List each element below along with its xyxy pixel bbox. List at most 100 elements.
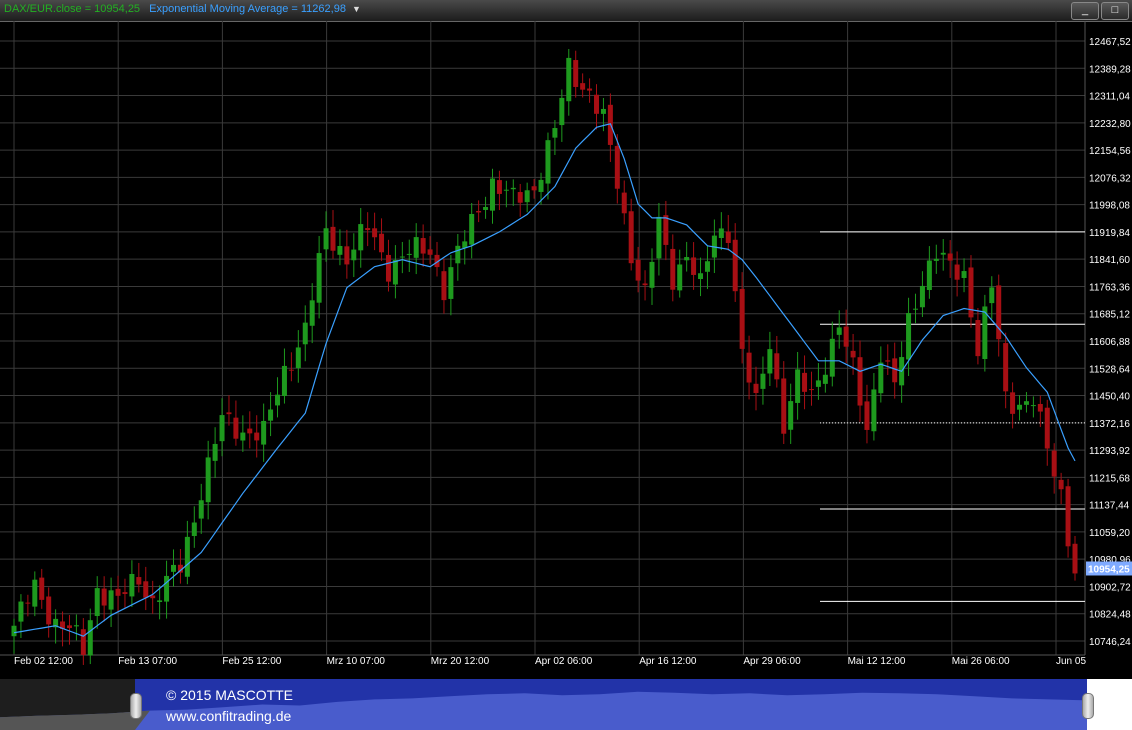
candle-body — [975, 320, 981, 357]
candle-body — [330, 226, 336, 251]
candle-body — [344, 246, 350, 265]
candle-body — [1030, 405, 1036, 407]
navigator-left-handle[interactable] — [130, 693, 142, 719]
candle — [150, 580, 156, 614]
candle-body — [115, 588, 121, 596]
candle — [101, 576, 107, 622]
candle — [691, 242, 697, 290]
x-tick-label: Mrz 20 12:00 — [431, 656, 490, 667]
candle-body — [219, 415, 225, 442]
candle — [177, 549, 183, 584]
candle — [628, 198, 634, 271]
candle-body — [1072, 543, 1078, 574]
candle-body — [621, 192, 627, 214]
candle-body — [732, 239, 738, 292]
candle-body — [170, 564, 176, 572]
candle-body — [469, 213, 475, 245]
candle — [864, 384, 870, 444]
minimize-button[interactable]: _ — [1071, 2, 1099, 20]
candle — [226, 395, 232, 426]
navigator-right-handle[interactable] — [1082, 693, 1094, 719]
candle — [829, 321, 835, 387]
candle-body — [843, 326, 849, 347]
candle-body — [420, 238, 426, 254]
candle-body — [594, 94, 600, 114]
candle — [503, 180, 509, 208]
candle — [164, 560, 170, 619]
candle — [1010, 382, 1016, 429]
candlestick-chart[interactable]: 12467,52 12389,28 12311,04 12232,80 12154,56… — [0, 21, 1132, 679]
candle — [385, 239, 391, 292]
y-tick-label: 12311,04 — [1089, 92, 1130, 103]
candle-body — [233, 417, 239, 439]
candle — [961, 258, 967, 293]
x-tick-label: Feb 02 12:00 — [14, 656, 73, 667]
copyright-notice: © 2015 MASCOTTE www.confitrading.de — [166, 685, 293, 727]
candle-body — [337, 245, 343, 255]
maximize-button[interactable]: □ — [1101, 2, 1129, 20]
x-tick-label: Mai 26 06:00 — [952, 656, 1010, 667]
candle-body — [1023, 401, 1029, 405]
time-navigator[interactable]: © 2015 MASCOTTE www.confitrading.de — [0, 679, 1132, 730]
candle-body — [691, 257, 697, 275]
candle-body — [781, 378, 787, 434]
candle-body — [32, 579, 38, 607]
y-tick-label: 12154,56 — [1089, 146, 1131, 157]
candle — [566, 49, 572, 116]
candle-body — [489, 178, 495, 211]
candle-body — [1065, 486, 1071, 547]
candle — [913, 293, 919, 324]
candle-body — [684, 257, 690, 261]
candle-body — [39, 577, 45, 600]
candle — [732, 223, 738, 302]
candle — [677, 249, 683, 298]
candle-body — [288, 369, 294, 371]
y-tick-label: 11841,60 — [1089, 255, 1130, 266]
candle — [25, 594, 31, 617]
candle — [968, 255, 974, 328]
y-tick-label: 12467,52 — [1089, 37, 1131, 48]
navigator-profile — [0, 691, 1087, 730]
x-tick-label: Feb 13 07:00 — [118, 656, 177, 667]
x-tick-label: Feb 25 12:00 — [222, 656, 281, 667]
candle-body — [836, 327, 842, 335]
candle-body — [656, 216, 662, 259]
candle — [559, 89, 565, 142]
candle-body — [517, 192, 523, 203]
candle — [517, 183, 523, 217]
candle-body — [372, 228, 378, 238]
candle-body — [392, 259, 398, 285]
candle — [725, 215, 731, 251]
candle-body — [268, 409, 274, 421]
chevron-down-icon[interactable]: ▼ — [352, 4, 361, 14]
candle — [11, 618, 17, 654]
candle — [323, 211, 329, 262]
candle — [261, 403, 267, 462]
candle — [295, 330, 301, 383]
candle — [344, 229, 350, 279]
candle-body — [670, 248, 676, 290]
candle-body — [919, 285, 925, 308]
candle — [802, 355, 808, 410]
candle-body — [850, 350, 856, 358]
candle-body — [240, 432, 246, 441]
candle — [170, 549, 176, 587]
candle — [621, 180, 627, 225]
candle — [240, 415, 246, 452]
candle — [885, 344, 891, 375]
candle-body — [580, 83, 586, 90]
candle — [1017, 395, 1023, 421]
candle — [476, 200, 482, 223]
candle-body — [406, 253, 412, 255]
chart-legend[interactable]: DAX/EUR.close = 10954,25 Exponential Mov… — [4, 3, 361, 15]
candle — [108, 577, 114, 627]
candle-body — [878, 362, 884, 394]
candle — [954, 251, 960, 297]
legend-ema-value: Exponential Moving Average = 11262,98 — [149, 3, 346, 15]
candle — [212, 427, 218, 478]
candle — [573, 50, 579, 98]
candle-body — [164, 575, 170, 602]
candle-body — [157, 600, 163, 603]
candle — [919, 271, 925, 318]
candle — [933, 244, 939, 274]
